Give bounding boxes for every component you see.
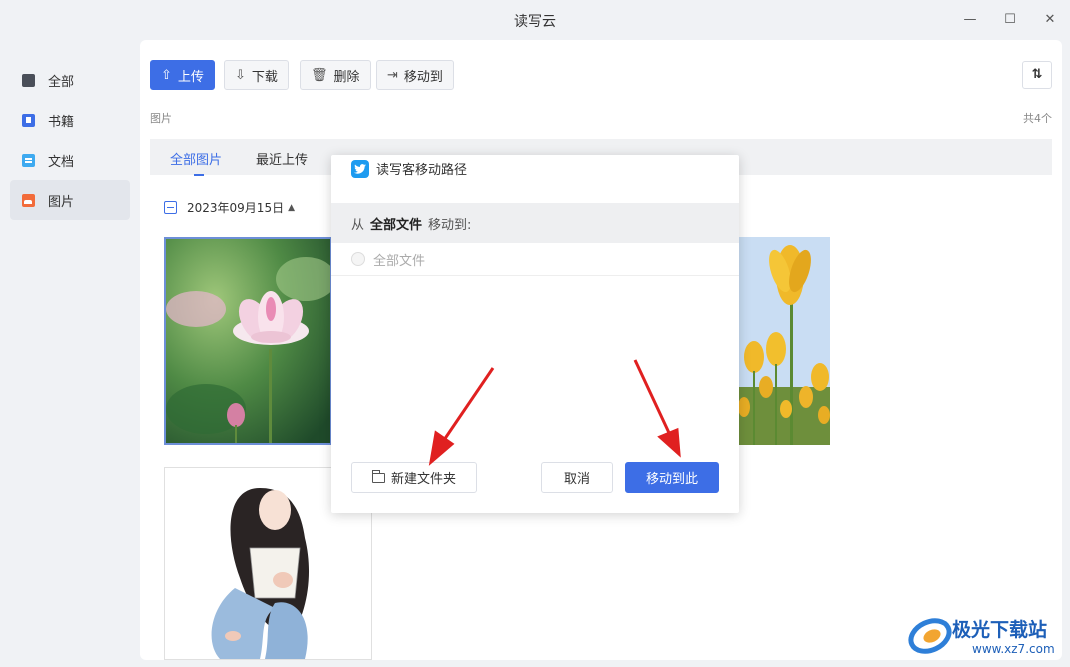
dialog-header: 读写客移动路径: [351, 159, 467, 178]
maximize-icon[interactable]: ☐: [1000, 10, 1020, 30]
image-thumbnail[interactable]: [164, 237, 332, 445]
move-source-bar: 从 全部文件 移动到:: [331, 203, 739, 243]
sidebar-item-label: 图片: [48, 194, 75, 210]
breadcrumb: 图片: [150, 112, 172, 125]
upload-label: 上传: [177, 69, 204, 85]
delete-button[interactable]: 🗑 删除: [300, 60, 371, 90]
from-prefix: 从: [351, 217, 365, 233]
move-to-button[interactable]: ⇥ 移动到: [376, 60, 454, 90]
move-dialog: 读写客移动路径 从 全部文件 移动到: 全部文件 新建文件夹 取消 移动到此: [331, 155, 739, 513]
watermark-name: 极光下载站: [952, 619, 1048, 641]
folder-option[interactable]: 全部文件: [331, 243, 739, 276]
sidebar-item-all[interactable]: 全部: [10, 60, 130, 100]
from-folder: 全部文件: [370, 217, 423, 233]
download-icon: ⇩: [235, 67, 246, 83]
caret-up-icon[interactable]: ▲: [288, 203, 295, 213]
title-bar: 读写云 — ☐ ✕: [0, 0, 1070, 40]
upload-icon: ⇧: [161, 67, 172, 83]
watermark-logo-icon: [908, 618, 952, 654]
upload-button[interactable]: ⇧ 上传: [150, 60, 215, 90]
trash-icon: 🗑: [311, 67, 328, 83]
from-suffix: 移动到:: [428, 217, 472, 233]
sidebar-item-documents[interactable]: 文档: [10, 140, 130, 180]
image-icon: [22, 193, 35, 207]
dialog-title: 读写客移动路径: [376, 163, 468, 178]
delete-label: 删除: [333, 69, 360, 85]
sidebar-item-label: 书籍: [48, 114, 75, 130]
close-icon[interactable]: ✕: [1040, 10, 1060, 30]
sidebar-item-books[interactable]: 书籍: [10, 100, 130, 140]
stack-icon: [22, 73, 35, 87]
folder-option-label: 全部文件: [373, 253, 426, 269]
group-date: 2023年09月15日: [187, 201, 285, 215]
sort-icon[interactable]: ⇅: [1022, 61, 1052, 89]
image-thumbnail[interactable]: [736, 237, 830, 445]
tab-all-images[interactable]: 全部图片: [170, 149, 222, 176]
move-icon: ⇥: [387, 67, 398, 83]
date-group-header: 2023年09月15日 ▲: [164, 199, 295, 216]
new-folder-button[interactable]: 新建文件夹: [351, 462, 477, 493]
window-title: 读写云: [514, 14, 556, 30]
move-here-button[interactable]: 移动到此: [625, 462, 719, 493]
minimize-icon[interactable]: —: [960, 10, 980, 30]
group-select-checkbox[interactable]: [164, 201, 177, 214]
item-count: 共4个: [1023, 112, 1052, 125]
sidebar: 全部 书籍 文档 图片: [0, 40, 140, 667]
download-button[interactable]: ⇩ 下载: [224, 60, 289, 90]
folder-radio[interactable]: [351, 252, 365, 266]
watermark: 极光下载站 www.xz7.com: [908, 612, 1066, 664]
tab-recent-uploads[interactable]: 最近上传: [256, 149, 308, 168]
new-folder-label: 新建文件夹: [390, 472, 456, 487]
folder-icon: [371, 469, 385, 483]
document-icon: [22, 153, 35, 167]
watermark-url: www.xz7.com: [972, 642, 1055, 656]
cancel-button[interactable]: 取消: [541, 462, 613, 493]
sidebar-item-label: 全部: [48, 74, 75, 90]
sidebar-item-label: 文档: [48, 154, 75, 170]
move-to-label: 移动到: [403, 69, 443, 85]
bird-logo-icon: [351, 159, 369, 178]
download-label: 下载: [251, 69, 278, 85]
book-icon: [22, 113, 35, 127]
sidebar-item-images[interactable]: 图片: [10, 180, 130, 220]
